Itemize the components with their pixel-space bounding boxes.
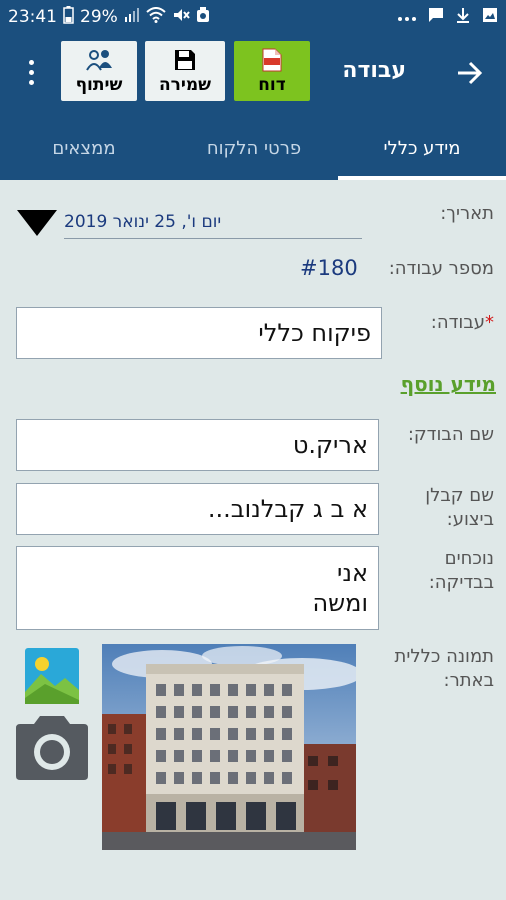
gallery-icon[interactable] <box>25 648 79 704</box>
date-value[interactable]: יום ו', 25 ינואר 2019 <box>64 205 362 239</box>
date-dropdown-icon[interactable] <box>17 210 57 236</box>
share-button[interactable]: שיתוף <box>61 41 137 101</box>
share-label: שיתוף <box>75 75 123 95</box>
more-info-link[interactable]: מידע נוסף <box>401 372 496 396</box>
download-icon <box>456 7 470 27</box>
tab-customer-details[interactable]: פרטי הלקוח <box>170 116 338 180</box>
job-label-text: עבודה: <box>430 312 485 333</box>
tab-general-info[interactable]: מידע כללי <box>338 116 506 180</box>
report-button[interactable]: דוח <box>234 41 310 101</box>
inspector-label: שם הבודק: <box>407 424 494 445</box>
inspector-value: אריק.ט <box>292 431 368 459</box>
save-button[interactable]: שמירה <box>145 41 225 101</box>
job-number-label: מספר עבודה: <box>388 258 494 279</box>
people-share-icon <box>83 47 115 73</box>
job-value: פיקוח כללי <box>258 319 371 347</box>
save-label: שמירה <box>158 75 212 95</box>
inspector-name-field[interactable]: אריק.ט <box>16 419 379 471</box>
camera-icon[interactable] <box>16 714 88 780</box>
clock: 23:41 <box>8 7 57 27</box>
tab-findings[interactable]: ממצאים <box>0 116 168 180</box>
tab-bar: מידע כללי פרטי הלקוח ממצאים <box>0 116 506 180</box>
photo-label-line2: באתר: <box>443 670 495 691</box>
floppy-disk-icon <box>174 47 196 73</box>
present-label: נוכחים בבדיקה: <box>429 547 494 595</box>
more-dots-icon <box>398 8 416 26</box>
contractor-label: שם קבלן ביצוע: <box>425 484 494 532</box>
mute-icon <box>172 7 190 28</box>
page-title: עבודה <box>342 58 406 83</box>
back-arrow-icon[interactable] <box>452 56 486 90</box>
contractor-field[interactable]: א ב ג קבלנוב... <box>16 483 379 535</box>
photo-label: תמונה כללית באתר: <box>395 645 494 693</box>
present-label-line1: נוכחים <box>444 548 494 569</box>
date-label: תאריך: <box>440 203 494 224</box>
report-label: דוח <box>258 75 286 95</box>
alarm-icon <box>196 6 210 28</box>
app-bar: עבודה דוח שמירה שיתוף <box>0 34 506 116</box>
battery-icon <box>63 5 74 29</box>
job-number-value: #180 <box>300 256 358 280</box>
message-icon <box>428 7 444 27</box>
job-label: *עבודה: <box>431 311 494 335</box>
contractor-value: א ב ג קבלנוב... <box>207 495 368 523</box>
present-label-line2: בבדיקה: <box>428 572 494 593</box>
present-field[interactable]: אני ומשה <box>16 546 379 630</box>
photo-label-line1: תמונה כללית <box>394 646 494 667</box>
contractor-label-line1: שם קבלן <box>425 485 494 506</box>
status-right <box>398 6 498 28</box>
active-tab-indicator <box>338 176 506 180</box>
wifi-icon <box>146 6 166 28</box>
required-mark: * <box>485 312 494 333</box>
status-left: 23:41 29% <box>8 5 210 29</box>
site-photo[interactable] <box>102 644 356 850</box>
image-icon <box>482 7 498 27</box>
status-bar: 23:41 29% <box>0 0 506 34</box>
battery-percent: 29% <box>80 7 118 27</box>
present-value-line1: אני <box>336 559 368 587</box>
contractor-label-line2: ביצוע: <box>446 509 494 530</box>
pdf-icon <box>262 47 282 73</box>
present-value-line2: ומשה <box>312 589 368 617</box>
signal-icon <box>124 7 140 28</box>
overflow-menu-icon[interactable] <box>24 60 38 90</box>
job-field[interactable]: פיקוח כללי <box>16 307 382 359</box>
